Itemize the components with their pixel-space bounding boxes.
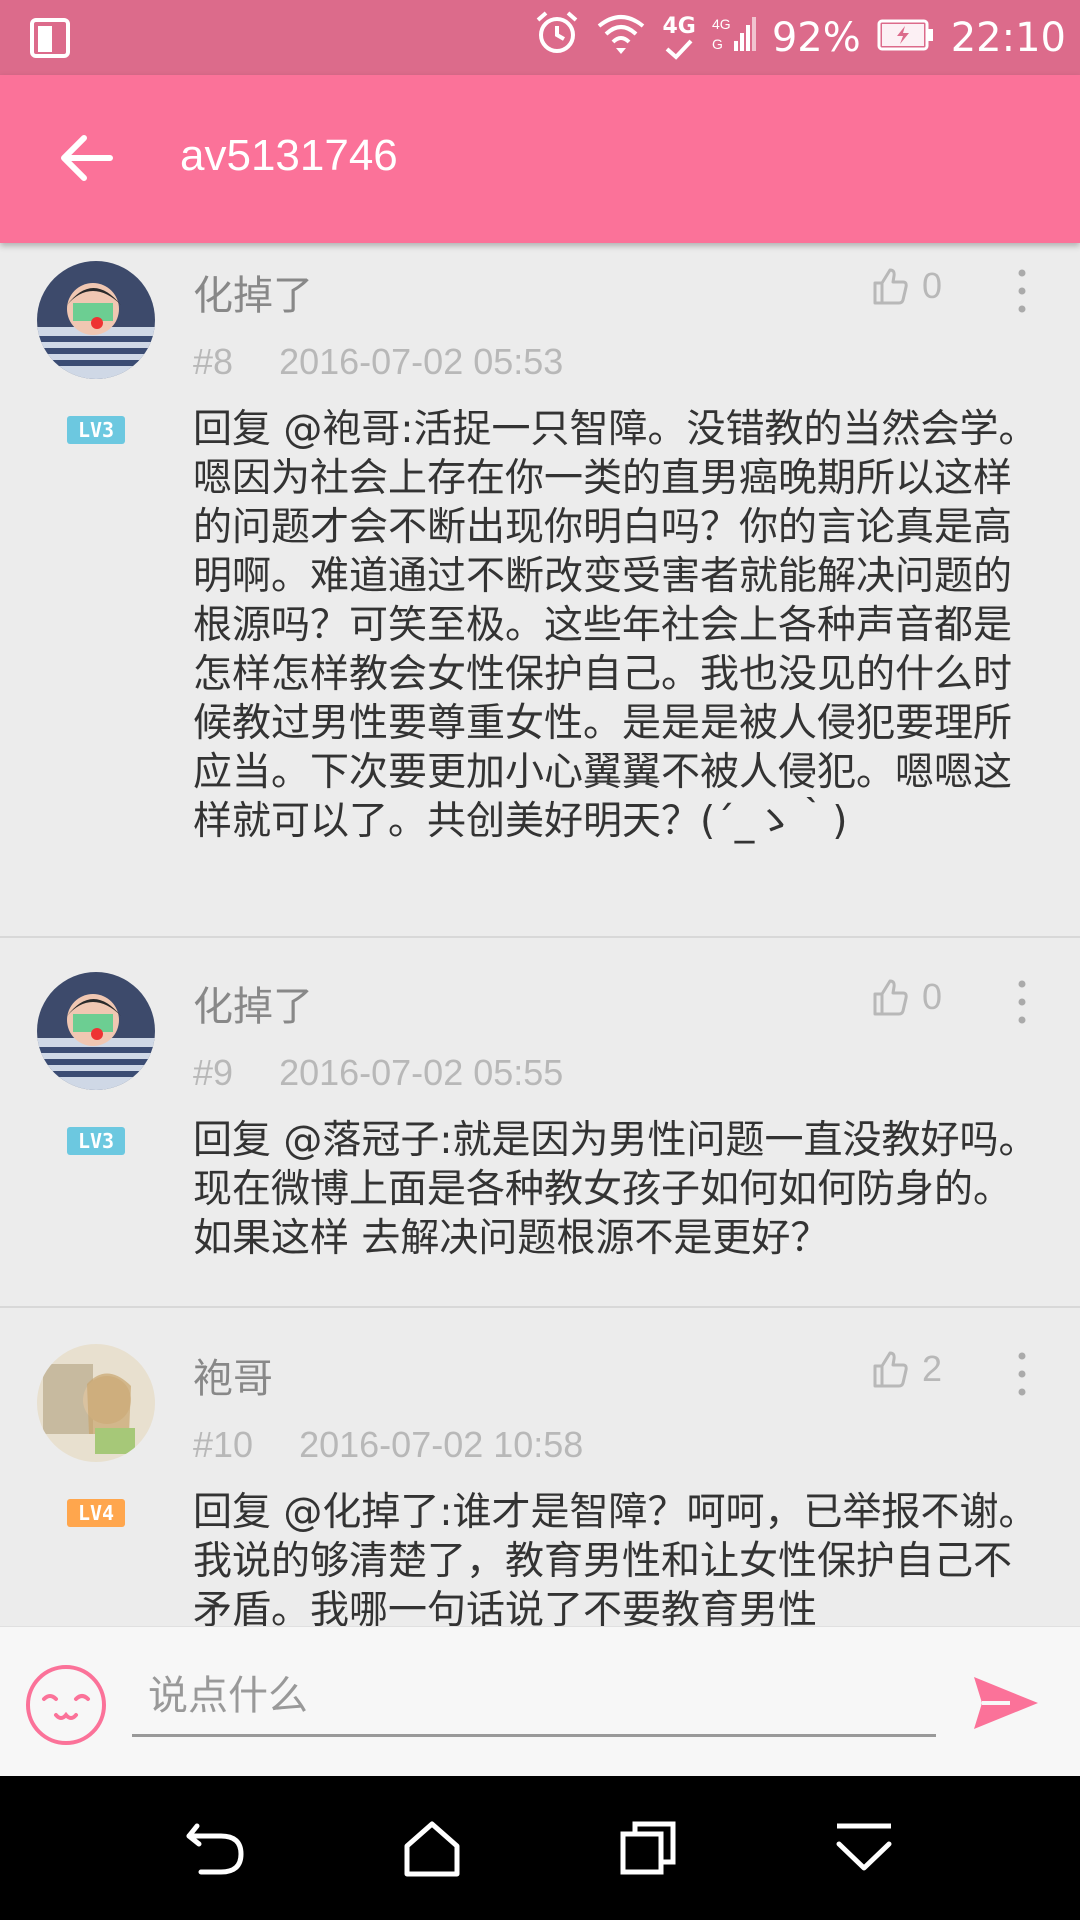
nav-home-button[interactable] — [399, 1818, 465, 1878]
nav-back-button[interactable] — [183, 1818, 249, 1878]
thumbs-up-icon — [873, 979, 908, 1016]
clock: 22:10 — [950, 14, 1066, 61]
comment-item: LV3 化掉了 #9 2016-07-02 05:55 0 回复 @落冠子:就是… — [0, 938, 1080, 1308]
nav-recents-button[interactable] — [615, 1818, 681, 1878]
comment-meta: #8 2016-07-02 05:53 — [193, 341, 563, 383]
comment-username[interactable]: 化掉了 — [193, 263, 313, 321]
comment-floor: #9 — [193, 1052, 234, 1093]
avatar[interactable] — [37, 972, 155, 1090]
comment-meta: #9 2016-07-02 05:55 — [193, 1052, 563, 1094]
svg-text:G: G — [712, 36, 723, 52]
comment-list[interactable]: LV3 化掉了 #8 2016-07-02 05:53 0 回复 @袍哥:活捉一… — [0, 243, 1080, 1626]
comment-floor: #10 — [193, 1424, 254, 1465]
more-vert-icon — [1018, 1352, 1026, 1396]
emoji-button[interactable] — [24, 1663, 108, 1747]
comment-text: 回复 @落冠子:就是因为男性问题一直没教好吗。现在微博上面是各种教女孩子如何如何… — [193, 1118, 1038, 1261]
like-count: 0 — [922, 265, 943, 306]
screen-mirror-icon — [30, 18, 72, 62]
avatar[interactable] — [37, 261, 155, 379]
emoji-face-icon — [26, 1665, 106, 1745]
home-icon — [404, 1821, 460, 1877]
comment-date: 2016-07-02 10:58 — [299, 1424, 584, 1465]
battery-icon — [877, 15, 935, 61]
level-badge: LV3 — [66, 1126, 126, 1156]
thumbs-up-icon — [873, 1351, 908, 1388]
network-4g-icon: 4G — [662, 13, 696, 60]
signal-icon: 4G G — [712, 11, 756, 65]
comment-floor: #8 — [193, 341, 234, 382]
comment-item: LV4 袍哥 #10 2016-07-02 10:58 2 回复 @化掉了:谁才… — [0, 1308, 1080, 1626]
like-count: 2 — [922, 1348, 943, 1389]
more-vert-icon — [1018, 269, 1026, 313]
svg-text:LV4: LV4 — [78, 1501, 114, 1525]
comment-date: 2016-07-02 05:55 — [279, 1052, 564, 1093]
like-button[interactable]: 0 — [872, 976, 942, 1018]
more-options-button[interactable] — [1008, 978, 1036, 1026]
status-bar: 4G 4G G 92% 22:10 — [0, 0, 1080, 75]
comment-text: 回复 @袍哥:活捉一只智障。没错教的当然会学。嗯因为社会上存在你一类的直男癌晚期… — [193, 407, 1038, 844]
chevron-down-icon — [836, 1823, 892, 1871]
alarm-icon — [534, 10, 580, 66]
svg-text:4G: 4G — [712, 16, 731, 32]
back-button[interactable] — [54, 125, 120, 191]
comment-input-bar — [0, 1626, 1080, 1777]
level-badge: LV3 — [66, 415, 126, 445]
wifi-icon — [596, 10, 646, 66]
system-nav-bar — [0, 1776, 1080, 1920]
more-options-button[interactable] — [1008, 1350, 1036, 1398]
nav-hide-keyboard-button[interactable] — [831, 1818, 897, 1878]
comment-text: 回复 @化掉了:谁才是智障？呵呵，已举报不谢。我说的够清楚了，教育男性和让女性保… — [193, 1490, 1038, 1626]
comment-input[interactable] — [132, 1657, 936, 1737]
back-arrow-icon — [61, 135, 113, 181]
send-icon — [974, 1677, 1038, 1729]
like-count: 0 — [922, 976, 943, 1017]
comment-username[interactable]: 化掉了 — [193, 974, 313, 1032]
svg-text:LV3: LV3 — [78, 1129, 114, 1153]
comment-username[interactable]: 袍哥 — [193, 1346, 273, 1404]
more-options-button[interactable] — [1008, 267, 1036, 315]
comment-item: LV3 化掉了 #8 2016-07-02 05:53 0 回复 @袍哥:活捉一… — [0, 243, 1080, 938]
like-button[interactable]: 0 — [872, 265, 942, 307]
send-button[interactable] — [970, 1673, 1042, 1733]
thumbs-up-icon — [873, 268, 908, 305]
avatar[interactable] — [37, 1344, 155, 1462]
level-badge: LV4 — [66, 1498, 126, 1528]
more-vert-icon — [1018, 980, 1026, 1024]
svg-text:LV3: LV3 — [78, 418, 114, 442]
comment-meta: #10 2016-07-02 10:58 — [193, 1424, 583, 1466]
recents-icon — [620, 1821, 676, 1875]
app-bar: av5131746 — [0, 75, 1080, 243]
network-label: 4G — [662, 13, 696, 39]
page-title: av5131746 — [180, 131, 398, 180]
like-button[interactable]: 2 — [872, 1348, 942, 1390]
comment-date: 2016-07-02 05:53 — [279, 341, 564, 382]
back-icon — [186, 1823, 244, 1875]
battery-percent: 92% — [771, 14, 861, 61]
